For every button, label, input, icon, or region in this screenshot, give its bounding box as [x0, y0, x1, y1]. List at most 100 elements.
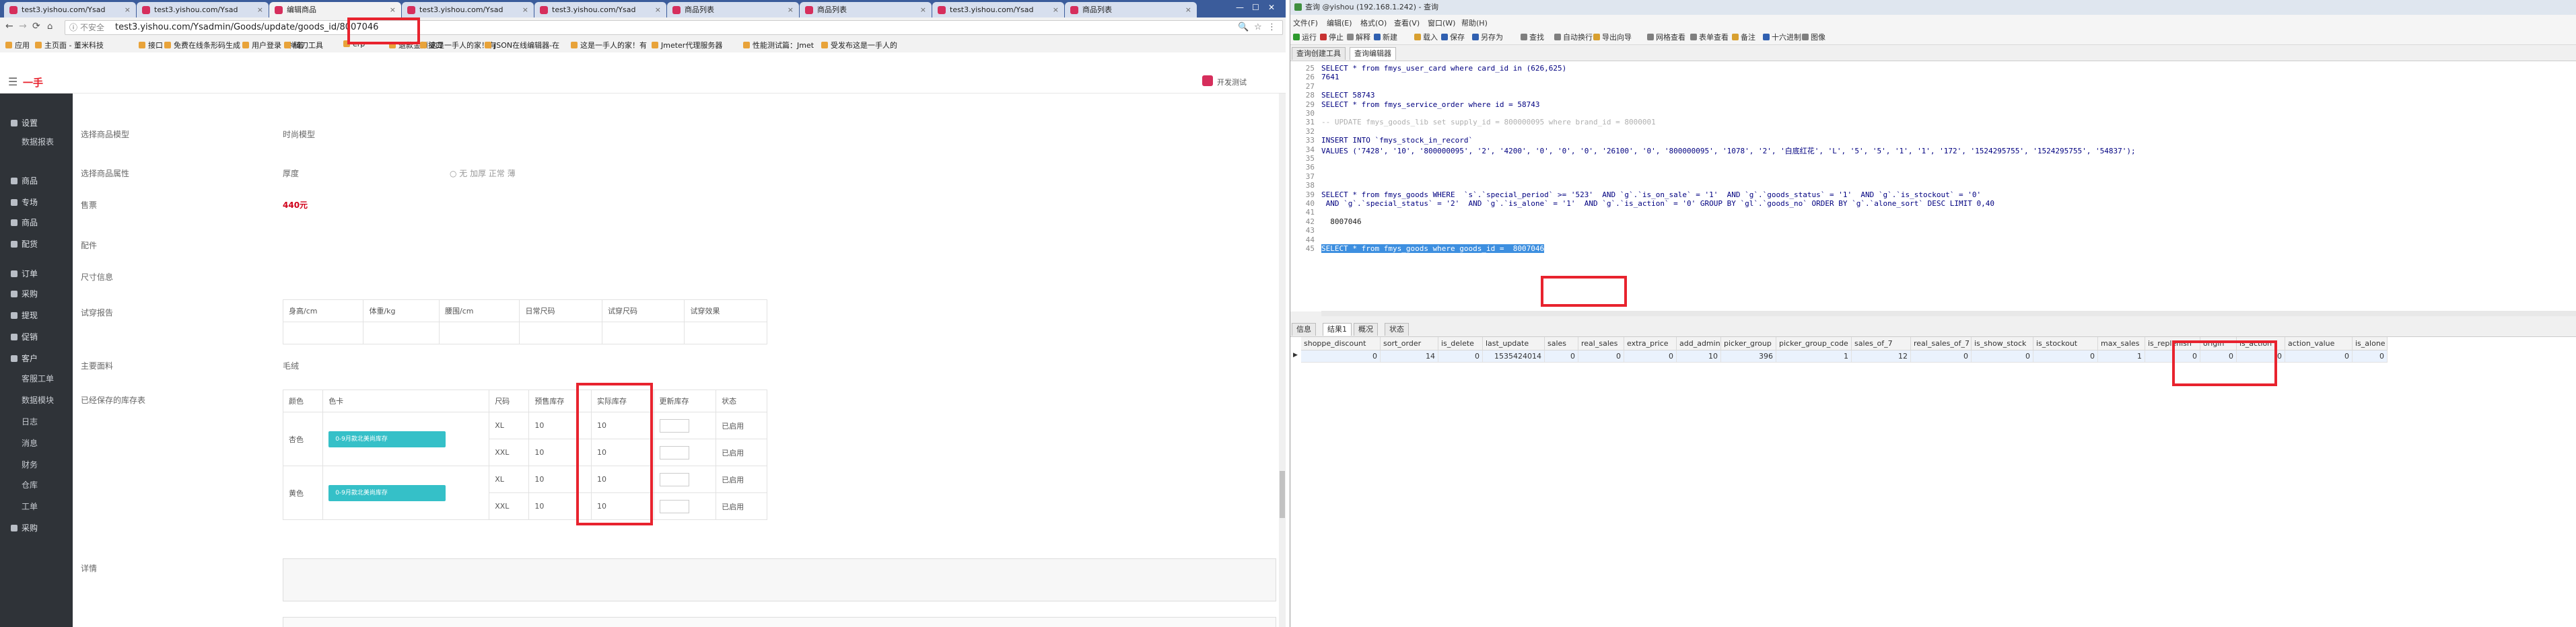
toolbar-button[interactable]: 另存为 [1472, 32, 1503, 42]
sidebar-item[interactable]: 客服工单 [0, 372, 73, 385]
result-tab[interactable]: 状态 [1385, 323, 1409, 336]
grid-cell[interactable]: 0 [2033, 351, 2098, 363]
grid-column-header[interactable]: sales_of_7 [1852, 337, 1911, 351]
model-value[interactable]: 时尚模型 [283, 128, 315, 140]
sidebar-item[interactable]: 促销 [0, 330, 73, 344]
tab-close-icon[interactable]: × [390, 2, 396, 17]
menu-item[interactable]: 编辑(E) [1327, 17, 1352, 28]
code-line[interactable]: VALUES ('7428', '10', '800000095', '2', … [1321, 145, 2136, 156]
stock-update-input[interactable] [659, 418, 689, 433]
maximize-icon[interactable]: ☐ [1252, 3, 1259, 12]
toolbar-button[interactable]: 自动换行 [1554, 32, 1593, 42]
star-icon[interactable]: ☆ [1254, 21, 1262, 34]
grid-cell[interactable]: 14 [1381, 351, 1438, 363]
tab-close-icon[interactable]: × [125, 2, 131, 17]
toolbar-button[interactable]: 十六进制 [1763, 32, 1801, 42]
editor-hscroll[interactable] [1321, 311, 2576, 316]
zoom-icon[interactable]: 🔍 [1238, 21, 1249, 34]
grid-cell[interactable]: 1 [1776, 351, 1852, 363]
attr-value[interactable]: 厚度 [283, 168, 299, 179]
code-line[interactable]: SELECT * from fmys_service_order where i… [1321, 100, 1540, 109]
detail-editor[interactable] [283, 558, 1276, 601]
result-grid[interactable]: ▶ shoppe_discount 0 sort_order 14 is_delete 0… [1290, 336, 2576, 627]
toolbar-button[interactable]: 载入 [1414, 32, 1438, 42]
tab-close-icon[interactable]: × [1185, 2, 1191, 17]
stock-update-input[interactable] [659, 445, 689, 459]
minimize-icon[interactable]: — [1236, 3, 1244, 12]
tab-close-icon[interactable]: × [1053, 2, 1059, 17]
tab-close-icon[interactable]: × [257, 2, 263, 17]
toolbar-button[interactable]: 图像 [1802, 32, 1825, 42]
browser-tab[interactable]: 商品列表 × [667, 2, 799, 17]
toolbar-button[interactable]: 停止 [1320, 32, 1344, 42]
grid-column-header[interactable]: picker_group_code [1776, 337, 1852, 351]
grid-column-header[interactable]: shoppe_discount [1301, 337, 1381, 351]
result-tab[interactable]: 概况 [1354, 323, 1378, 336]
sidebar-item[interactable]: 日志 [0, 415, 73, 429]
tab-close-icon[interactable]: × [522, 2, 528, 17]
browser-tab[interactable]: 编辑商品 × [269, 2, 401, 17]
sql-editor[interactable]: 25 SELECT * from fmys_user_card where car… [1290, 61, 2576, 311]
grid-column-header[interactable]: is_delete [1438, 337, 1483, 351]
code-line[interactable]: 7641 [1321, 73, 1339, 81]
grid-cell[interactable]: 0 [1911, 351, 1972, 363]
code-line[interactable]: SELECT * from fmys_goods where goods_id … [1321, 244, 1545, 253]
toolbar-button[interactable]: 导出向导 [1593, 32, 1632, 42]
sidebar-item[interactable]: 商品 [0, 174, 73, 188]
menu-item[interactable]: 格式(O) [1360, 17, 1387, 28]
user-name[interactable]: 开发测试 [1217, 77, 1247, 87]
bookmark-item[interactable]: 应用 [5, 40, 30, 50]
browser-tab[interactable]: 商品列表 × [800, 2, 932, 17]
bookmark-item[interactable]: JSON在线编辑器-在 [485, 40, 559, 50]
menu-icon[interactable]: ⋮ [1267, 21, 1276, 34]
grid-cell[interactable]: 0 [1438, 351, 1483, 363]
menu-item[interactable]: 帮助(H) [1461, 17, 1488, 28]
grid-cell[interactable]: 0 [1578, 351, 1624, 363]
sidebar-item[interactable]: 提现 [0, 309, 73, 322]
menu-item[interactable]: 文件(F) [1293, 17, 1318, 28]
close-window-icon[interactable]: ✕ [1268, 3, 1275, 12]
grid-column-header[interactable]: sort_order [1381, 337, 1438, 351]
grid-cell[interactable]: 0 [1301, 351, 1381, 363]
result-tab[interactable]: 结果1 [1323, 323, 1352, 336]
grid-column-header[interactable]: max_sales [2098, 337, 2145, 351]
query-subtab[interactable]: 查询编辑器 [1350, 47, 1396, 60]
toolbar-button[interactable]: 查找 [1521, 32, 1544, 42]
back-icon[interactable]: ← [5, 21, 13, 32]
code-line[interactable]: -- UPDATE fmys_goods_lib set supply_id =… [1321, 118, 1656, 126]
toolbar-button[interactable]: 保存 [1441, 32, 1465, 42]
result-tab[interactable]: 信息 [1292, 323, 1316, 336]
grid-cell[interactable]: 0 [1545, 351, 1578, 363]
grid-column-header[interactable]: picker_group [1721, 337, 1776, 351]
bookmark-item[interactable]: 免费在线条形码生成 [164, 40, 240, 50]
toolbar-button[interactable]: 运行 [1293, 32, 1317, 42]
toolbar-button[interactable]: 新建 [1374, 32, 1397, 42]
browser-tab[interactable]: test3.yishou.com/Ysad × [137, 2, 269, 17]
radio-icon[interactable]: ○ [450, 169, 459, 178]
bookmark-item[interactable]: 主页面 - 董米科技 [35, 40, 104, 50]
grid-column-header[interactable]: real_sales_of_7 [1911, 337, 1972, 351]
grid-cell[interactable]: 0 [1972, 351, 2033, 363]
tab-close-icon[interactable]: × [655, 2, 661, 17]
grid-column-header[interactable]: is_alone [2353, 337, 2388, 351]
toolbar-button[interactable]: 网格查看 [1647, 32, 1685, 42]
sidebar-item[interactable]: 设置 [0, 116, 73, 130]
page-scrollbar[interactable] [1279, 94, 1286, 627]
sidebar-item[interactable]: 采购 [0, 521, 73, 535]
sidebar-item[interactable]: 消息 [0, 437, 73, 450]
grid-cell[interactable]: 0 [1624, 351, 1677, 363]
bookmark-item[interactable]: 接口 [139, 40, 163, 50]
code-line[interactable]: AND `g`.`special_status` = '2' AND `g`.`… [1321, 199, 1994, 208]
sidebar-item[interactable]: 工单 [0, 500, 73, 513]
hamburger-icon[interactable]: ☰ [8, 75, 18, 88]
reload-icon[interactable]: ⟳ [32, 21, 40, 32]
sidebar-item[interactable]: 配货 [0, 237, 73, 251]
user-avatar[interactable] [1202, 75, 1213, 86]
bookmark-item[interactable]: 这是一手人的家！有 [571, 40, 647, 50]
bookmark-item[interactable]: 性能测试篇：Jmet [743, 40, 814, 50]
stock-update-input[interactable] [659, 499, 689, 513]
grid-cell[interactable]: 0 [2353, 351, 2388, 363]
grid-column-header[interactable]: add_admin [1677, 337, 1721, 351]
grid-cell[interactable]: 12 [1852, 351, 1911, 363]
url-input[interactable]: ⓘ 不安全 test3.yishou.com/Ysadmin/Goods/upd… [65, 20, 1283, 35]
